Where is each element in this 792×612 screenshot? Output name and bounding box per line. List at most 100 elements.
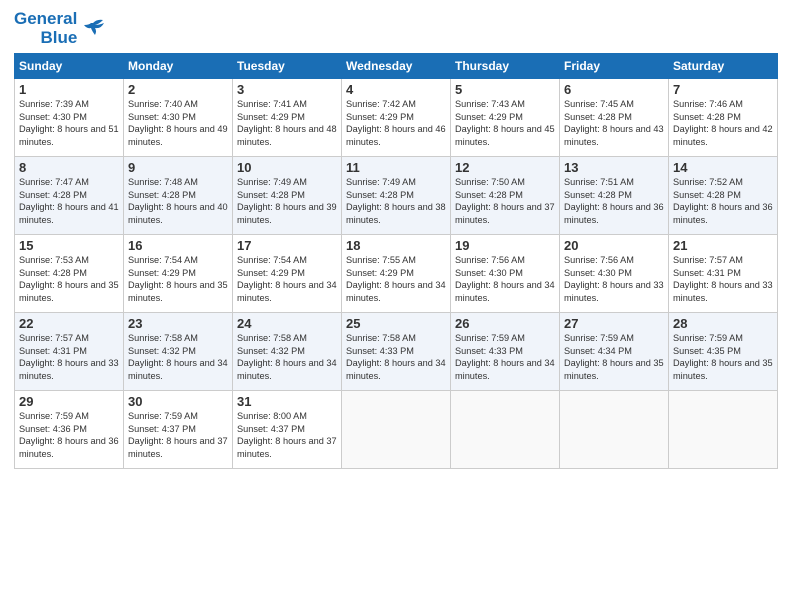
day-number: 3 [237, 82, 337, 97]
calendar-cell: 18 Sunrise: 7:55 AMSunset: 4:29 PMDayligh… [342, 235, 451, 313]
cell-info: Sunrise: 7:57 AMSunset: 4:31 PMDaylight:… [673, 255, 773, 302]
header-cell-friday: Friday [560, 54, 669, 79]
cell-info: Sunrise: 7:49 AMSunset: 4:28 PMDaylight:… [237, 177, 337, 224]
cell-info: Sunrise: 7:59 AMSunset: 4:36 PMDaylight:… [19, 411, 119, 458]
day-number: 25 [346, 316, 446, 331]
calendar-cell: 24Sunrise: 7:58 AMSunset: 4:32 PMDayligh… [233, 313, 342, 391]
calendar-cell: 14 Sunrise: 7:52 AMSunset: 4:28 PMDayligh… [669, 157, 778, 235]
day-number: 21 [673, 238, 773, 253]
cell-info: Sunrise: 7:45 AMSunset: 4:28 PMDaylight:… [564, 99, 664, 146]
calendar-cell [451, 391, 560, 469]
cell-info: Sunrise: 7:56 AMSunset: 4:30 PMDaylight:… [455, 255, 555, 302]
day-number: 30 [128, 394, 228, 409]
day-number: 6 [564, 82, 664, 97]
cell-info: Sunrise: 7:39 AMSunset: 4:30 PMDaylight:… [19, 99, 119, 146]
calendar-cell: 17 Sunrise: 7:54 AMSunset: 4:29 PMDayligh… [233, 235, 342, 313]
day-number: 7 [673, 82, 773, 97]
calendar-cell: 19 Sunrise: 7:56 AMSunset: 4:30 PMDayligh… [451, 235, 560, 313]
calendar-cell: 29Sunrise: 7:59 AMSunset: 4:36 PMDayligh… [15, 391, 124, 469]
logo-general: General [14, 10, 77, 29]
calendar-cell: 12 Sunrise: 7:50 AMSunset: 4:28 PMDayligh… [451, 157, 560, 235]
day-number: 20 [564, 238, 664, 253]
calendar-cell: 8 Sunrise: 7:47 AMSunset: 4:28 PMDaylight… [15, 157, 124, 235]
calendar-cell: 27 Sunrise: 7:59 AMSunset: 4:34 PMDayligh… [560, 313, 669, 391]
calendar-cell: 5Sunrise: 7:43 AMSunset: 4:29 PMDaylight… [451, 79, 560, 157]
cell-info: Sunrise: 7:57 AMSunset: 4:31 PMDaylight:… [19, 333, 119, 380]
cell-info: Sunrise: 7:47 AMSunset: 4:28 PMDaylight:… [19, 177, 119, 224]
calendar-cell: 13 Sunrise: 7:51 AMSunset: 4:28 PMDayligh… [560, 157, 669, 235]
calendar-cell: 30 Sunrise: 7:59 AMSunset: 4:37 PMDayligh… [124, 391, 233, 469]
day-number: 31 [237, 394, 337, 409]
day-number: 12 [455, 160, 555, 175]
cell-info: Sunrise: 7:54 AMSunset: 4:29 PMDaylight:… [237, 255, 337, 302]
day-number: 28 [673, 316, 773, 331]
day-number: 17 [237, 238, 337, 253]
calendar-cell: 31 Sunrise: 8:00 AMSunset: 4:37 PMDayligh… [233, 391, 342, 469]
calendar-cell: 4Sunrise: 7:42 AMSunset: 4:29 PMDaylight… [342, 79, 451, 157]
day-number: 26 [455, 316, 555, 331]
week-row-4: 22Sunrise: 7:57 AMSunset: 4:31 PMDayligh… [15, 313, 778, 391]
cell-info: Sunrise: 7:55 AMSunset: 4:29 PMDaylight:… [346, 255, 446, 302]
cell-info: Sunrise: 7:58 AMSunset: 4:32 PMDaylight:… [128, 333, 228, 380]
cell-info: Sunrise: 7:40 AMSunset: 4:30 PMDaylight:… [128, 99, 228, 146]
cell-info: Sunrise: 7:50 AMSunset: 4:28 PMDaylight:… [455, 177, 555, 224]
calendar-cell [669, 391, 778, 469]
calendar-cell: 2 Sunrise: 7:40 AMSunset: 4:30 PMDaylight… [124, 79, 233, 157]
cell-info: Sunrise: 7:59 AMSunset: 4:37 PMDaylight:… [128, 411, 228, 458]
day-number: 14 [673, 160, 773, 175]
calendar-table: SundayMondayTuesdayWednesdayThursdayFrid… [14, 53, 778, 469]
calendar-cell: 15Sunrise: 7:53 AMSunset: 4:28 PMDayligh… [15, 235, 124, 313]
week-row-3: 15Sunrise: 7:53 AMSunset: 4:28 PMDayligh… [15, 235, 778, 313]
cell-info: Sunrise: 7:56 AMSunset: 4:30 PMDaylight:… [564, 255, 664, 302]
header-cell-thursday: Thursday [451, 54, 560, 79]
day-number: 24 [237, 316, 337, 331]
header-cell-saturday: Saturday [669, 54, 778, 79]
logo: General Blue [14, 10, 107, 47]
week-row-5: 29Sunrise: 7:59 AMSunset: 4:36 PMDayligh… [15, 391, 778, 469]
calendar-cell: 3 Sunrise: 7:41 AMSunset: 4:29 PMDaylight… [233, 79, 342, 157]
calendar-cell: 6 Sunrise: 7:45 AMSunset: 4:28 PMDaylight… [560, 79, 669, 157]
page-header: General Blue [14, 10, 778, 47]
calendar-cell: 28Sunrise: 7:59 AMSunset: 4:35 PMDayligh… [669, 313, 778, 391]
calendar-body: 1 Sunrise: 7:39 AMSunset: 4:30 PMDaylight… [15, 79, 778, 469]
day-number: 16 [128, 238, 228, 253]
header-cell-sunday: Sunday [15, 54, 124, 79]
calendar-cell: 11 Sunrise: 7:49 AMSunset: 4:28 PMDayligh… [342, 157, 451, 235]
cell-info: Sunrise: 7:59 AMSunset: 4:34 PMDaylight:… [564, 333, 664, 380]
day-number: 27 [564, 316, 664, 331]
day-number: 5 [455, 82, 555, 97]
header-cell-wednesday: Wednesday [342, 54, 451, 79]
cell-info: Sunrise: 7:52 AMSunset: 4:28 PMDaylight:… [673, 177, 773, 224]
day-number: 13 [564, 160, 664, 175]
calendar-cell: 21 Sunrise: 7:57 AMSunset: 4:31 PMDayligh… [669, 235, 778, 313]
cell-info: Sunrise: 7:51 AMSunset: 4:28 PMDaylight:… [564, 177, 664, 224]
cell-info: Sunrise: 7:42 AMSunset: 4:29 PMDaylight:… [346, 99, 446, 146]
week-row-2: 8 Sunrise: 7:47 AMSunset: 4:28 PMDaylight… [15, 157, 778, 235]
day-number: 8 [19, 160, 119, 175]
logo-bird-icon [79, 15, 107, 43]
calendar-cell: 26 Sunrise: 7:59 AMSunset: 4:33 PMDayligh… [451, 313, 560, 391]
day-number: 18 [346, 238, 446, 253]
day-number: 1 [19, 82, 119, 97]
calendar-cell: 22Sunrise: 7:57 AMSunset: 4:31 PMDayligh… [15, 313, 124, 391]
day-number: 19 [455, 238, 555, 253]
calendar-cell: 7 Sunrise: 7:46 AMSunset: 4:28 PMDaylight… [669, 79, 778, 157]
cell-info: Sunrise: 7:59 AMSunset: 4:33 PMDaylight:… [455, 333, 555, 380]
day-number: 15 [19, 238, 119, 253]
day-number: 10 [237, 160, 337, 175]
calendar-cell: 10 Sunrise: 7:49 AMSunset: 4:28 PMDayligh… [233, 157, 342, 235]
day-number: 11 [346, 160, 446, 175]
cell-info: Sunrise: 7:41 AMSunset: 4:29 PMDaylight:… [237, 99, 337, 146]
calendar-cell: 25 Sunrise: 7:58 AMSunset: 4:33 PMDayligh… [342, 313, 451, 391]
day-number: 9 [128, 160, 228, 175]
calendar-header-row: SundayMondayTuesdayWednesdayThursdayFrid… [15, 54, 778, 79]
cell-info: Sunrise: 7:49 AMSunset: 4:28 PMDaylight:… [346, 177, 446, 224]
day-number: 2 [128, 82, 228, 97]
calendar-cell: 1 Sunrise: 7:39 AMSunset: 4:30 PMDaylight… [15, 79, 124, 157]
cell-info: Sunrise: 7:48 AMSunset: 4:28 PMDaylight:… [128, 177, 228, 224]
cell-info: Sunrise: 7:58 AMSunset: 4:33 PMDaylight:… [346, 333, 446, 380]
calendar-cell [560, 391, 669, 469]
cell-info: Sunrise: 7:46 AMSunset: 4:28 PMDaylight:… [673, 99, 773, 146]
cell-info: Sunrise: 8:00 AMSunset: 4:37 PMDaylight:… [237, 411, 337, 458]
day-number: 23 [128, 316, 228, 331]
